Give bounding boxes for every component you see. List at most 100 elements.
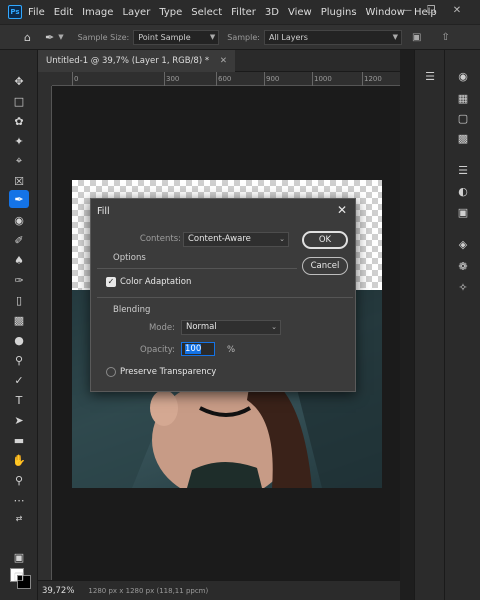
zoom-tool-icon[interactable]: ⚲ xyxy=(9,471,29,489)
document-tab[interactable]: Untitled-1 @ 39,7% (Layer 1, RGB/8) * ✕ xyxy=(38,50,235,72)
menu-edit[interactable]: Edit xyxy=(54,7,73,18)
panel-dock: ◉ ▦ ▢ ▩ ☰ ◐ ▣ ◈ ❁ ✧ xyxy=(444,50,480,600)
frame-tool-icon[interactable]: ☒ xyxy=(9,172,29,190)
spot-healing-tool-icon[interactable]: ◉ xyxy=(9,211,29,229)
crop-tool-icon[interactable]: ⌖ xyxy=(9,152,29,170)
gradients-panel-icon[interactable]: ▢ xyxy=(454,110,472,126)
swap-colors-icon[interactable]: ⇄ xyxy=(9,509,29,527)
channels-panel-icon[interactable]: ❁ xyxy=(454,258,472,274)
menu-file[interactable]: File xyxy=(28,7,45,18)
photoshop-logo[interactable]: Ps xyxy=(8,5,22,19)
ruler-tick: 1000 xyxy=(314,75,332,83)
minimize-icon[interactable]: — xyxy=(400,4,414,18)
dodge-tool-icon[interactable]: ⚲ xyxy=(9,351,29,369)
libraries-panel-icon[interactable]: ▣ xyxy=(454,204,472,220)
properties-panel-icon[interactable]: ☰ xyxy=(454,162,472,178)
home-icon[interactable]: ⌂ xyxy=(24,31,31,44)
menu-plugins[interactable]: Plugins xyxy=(321,7,357,18)
gradient-tool-icon[interactable]: ▩ xyxy=(9,311,29,329)
status-bar: 39,72% 1280 px x 1280 px (118,11 ppcm) xyxy=(38,580,400,600)
cancel-button[interactable]: Cancel xyxy=(302,257,348,275)
document-tab-title: Untitled-1 @ 39,7% (Layer 1, RGB/8) * xyxy=(46,56,210,66)
pen-tool-icon[interactable]: ✓ xyxy=(9,371,29,389)
eyedropper-tool-icon[interactable]: ✒ xyxy=(9,190,29,208)
menu-3d[interactable]: 3D xyxy=(265,7,279,18)
sample-size-label: Sample Size: xyxy=(77,32,130,42)
menu-image[interactable]: Image xyxy=(82,7,113,18)
menu-type[interactable]: Type xyxy=(159,7,182,18)
chevron-down-icon: ⌄ xyxy=(271,323,277,331)
tools-panel: ✥ □ ✿ ✦ ⌖ ☒ ✒ ◉ ✐ ♠ ✑ ▯ ▩ ● ⚲ ✓ T ➤ ▬ ✋ … xyxy=(0,50,38,600)
more-tools-icon[interactable]: ⋯ xyxy=(9,491,29,509)
adjustments-panel-icon[interactable]: ◐ xyxy=(454,183,472,199)
quick-mask-icon[interactable]: ▣ xyxy=(9,548,29,566)
blending-section-label: Blending xyxy=(113,305,151,315)
chevron-down-icon: ⌄ xyxy=(279,235,285,243)
color-adaptation-checkbox[interactable]: ✓ xyxy=(106,277,116,287)
sample-size-value: Point Sample xyxy=(138,32,191,42)
screen-mode-icon[interactable]: ❐ xyxy=(9,568,29,586)
eraser-tool-icon[interactable]: ▯ xyxy=(9,291,29,309)
document-info[interactable]: 1280 px x 1280 px (118,11 ppcm) xyxy=(88,587,208,595)
horizontal-ruler[interactable]: 0 300 600 900 1000 1200 xyxy=(52,72,400,86)
dialog-title: Fill xyxy=(97,206,110,217)
history-panel-icon[interactable]: ☰ xyxy=(421,68,439,84)
close-icon[interactable]: ✕ xyxy=(450,4,464,18)
ok-button[interactable]: OK xyxy=(302,231,348,249)
zoom-level[interactable]: 39,72% xyxy=(42,586,74,596)
preserve-transparency-checkbox[interactable] xyxy=(106,367,116,377)
patterns-panel-icon[interactable]: ▩ xyxy=(454,130,472,146)
history-brush-tool-icon[interactable]: ✑ xyxy=(9,271,29,289)
menu-filter[interactable]: Filter xyxy=(231,7,256,18)
rectangle-tool-icon[interactable]: ▬ xyxy=(9,431,29,449)
color-panel-icon[interactable]: ◉ xyxy=(454,68,472,84)
document-tab-bar: Untitled-1 @ 39,7% (Layer 1, RGB/8) * ✕ xyxy=(38,50,400,72)
object-select-tool-icon[interactable]: ✦ xyxy=(9,132,29,150)
preserve-transparency-label: Preserve Transparency xyxy=(120,367,217,377)
type-tool-icon[interactable]: T xyxy=(9,391,29,409)
mode-label: Mode: xyxy=(148,323,175,333)
hand-tool-icon[interactable]: ✋ xyxy=(9,451,29,469)
marquee-tool-icon[interactable]: □ xyxy=(9,92,29,110)
close-tab-icon[interactable]: ✕ xyxy=(220,56,227,66)
contents-value: Content-Aware xyxy=(188,234,251,244)
ruler-tick: 600 xyxy=(218,75,232,83)
mode-select[interactable]: Normal ⌄ xyxy=(181,320,281,335)
options-divider xyxy=(97,268,297,269)
panel-dock-collapsed: ☰ xyxy=(414,50,444,600)
eyedropper-preset-icon[interactable]: ✒ xyxy=(45,31,54,44)
menu-select[interactable]: Select xyxy=(191,7,222,18)
ruler-origin[interactable] xyxy=(38,72,52,86)
options-bar: ⌂ ✒ ▼ Sample Size: Point Sample ▼ Sample… xyxy=(0,24,480,50)
layers-panel-icon[interactable]: ◈ xyxy=(454,236,472,252)
blur-tool-icon[interactable]: ● xyxy=(9,331,29,349)
sample-size-select[interactable]: Point Sample ▼ xyxy=(133,29,220,45)
share-icon[interactable]: ⇧ xyxy=(441,32,449,43)
restore-icon[interactable]: ❐ xyxy=(424,4,438,18)
close-icon[interactable]: ✕ xyxy=(337,203,347,217)
brush-tool-icon[interactable]: ✐ xyxy=(9,231,29,249)
options-section-label: Options xyxy=(113,253,146,263)
clone-stamp-tool-icon[interactable]: ♠ xyxy=(9,251,29,269)
show-ring-icon[interactable]: ▣ xyxy=(412,32,421,43)
opacity-value: 100 xyxy=(185,344,202,354)
chevron-down-icon[interactable]: ▼ xyxy=(58,33,63,41)
mode-value: Normal xyxy=(186,322,217,332)
lasso-tool-icon[interactable]: ✿ xyxy=(9,112,29,130)
paths-panel-icon[interactable]: ✧ xyxy=(454,279,472,295)
move-tool-icon[interactable]: ✥ xyxy=(9,72,29,90)
sample-value: All Layers xyxy=(268,32,308,42)
vertical-ruler[interactable] xyxy=(38,86,52,580)
menu-view[interactable]: View xyxy=(288,7,312,18)
menu-layer[interactable]: Layer xyxy=(122,7,150,18)
ruler-tick: 0 xyxy=(74,75,79,83)
chevron-down-icon: ▼ xyxy=(209,32,216,41)
contents-select[interactable]: Content-Aware ⌄ xyxy=(183,232,289,247)
ruler-tick: 900 xyxy=(266,75,280,83)
opacity-input[interactable]: 100 xyxy=(181,342,215,356)
fill-dialog: Fill ✕ Contents: Content-Aware ⌄ Options… xyxy=(90,198,356,392)
sample-select[interactable]: All Layers ▼ xyxy=(263,29,402,45)
opacity-unit: % xyxy=(227,345,236,355)
path-selection-tool-icon[interactable]: ➤ xyxy=(9,411,29,429)
swatches-panel-icon[interactable]: ▦ xyxy=(454,90,472,106)
